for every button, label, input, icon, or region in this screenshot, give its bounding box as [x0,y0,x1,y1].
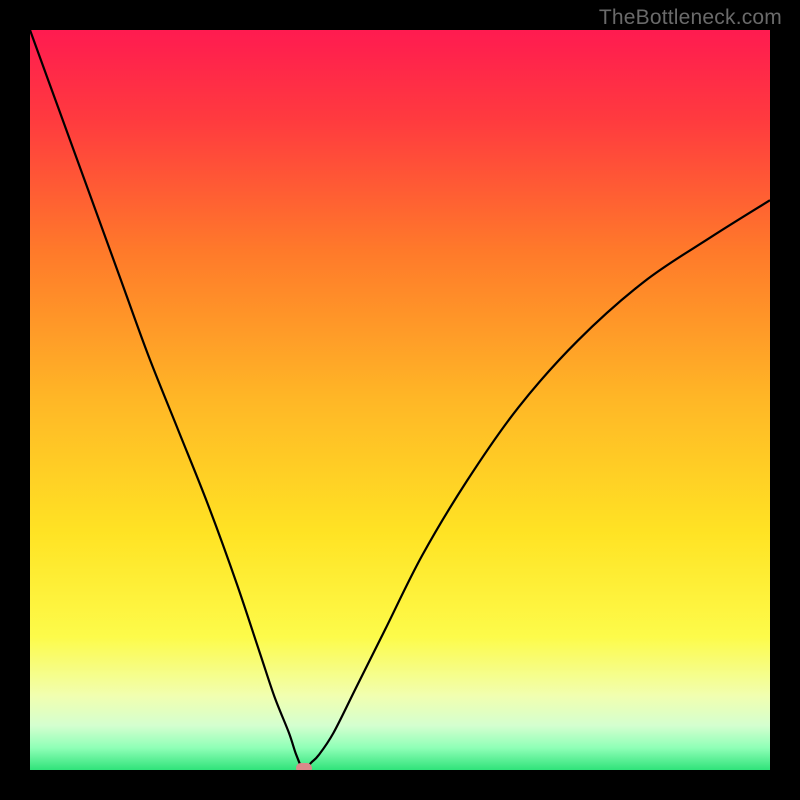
optimum-marker [296,763,312,770]
plot-area [30,30,770,770]
bottleneck-curve [30,30,770,770]
curve-layer [30,30,770,770]
chart-frame: TheBottleneck.com [0,0,800,800]
watermark-text: TheBottleneck.com [599,6,782,30]
